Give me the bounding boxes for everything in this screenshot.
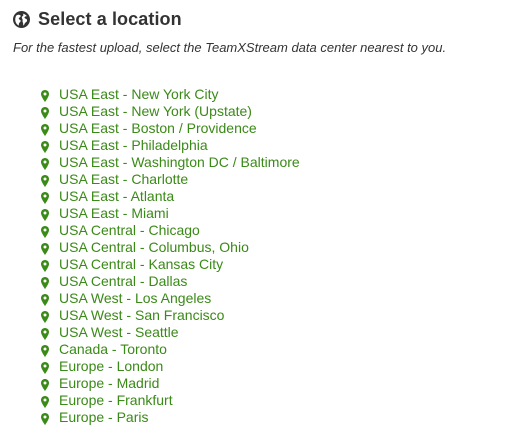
- map-marker-icon: [41, 123, 49, 136]
- location-link[interactable]: Canada - Toronto: [41, 341, 300, 358]
- location-label[interactable]: Europe - Madrid: [59, 375, 159, 392]
- location-label[interactable]: USA Central - Chicago: [59, 222, 200, 239]
- page-description: For the fastest upload, select the TeamX…: [13, 40, 447, 55]
- location-label[interactable]: Europe - Frankfurt: [59, 392, 173, 409]
- location-link[interactable]: Europe - Madrid: [41, 375, 300, 392]
- location-label[interactable]: USA East - Philadelphia: [59, 137, 208, 154]
- page-title: Select a location: [38, 8, 182, 29]
- location-link[interactable]: USA West - San Francisco: [41, 307, 300, 324]
- location-label[interactable]: USA East - Boston / Providence: [59, 120, 257, 137]
- location-link[interactable]: USA Central - Kansas City: [41, 256, 300, 273]
- location-link[interactable]: Europe - Paris: [41, 409, 300, 426]
- location-link[interactable]: Europe - London: [41, 358, 300, 375]
- location-label[interactable]: USA East - New York (Upstate): [59, 103, 252, 120]
- location-label[interactable]: USA East - Miami: [59, 205, 169, 222]
- location-link[interactable]: USA East - New York City: [41, 86, 300, 103]
- location-link[interactable]: Europe - Frankfurt: [41, 392, 300, 409]
- map-marker-icon: [41, 191, 49, 204]
- map-marker-icon: [41, 225, 49, 238]
- map-marker-icon: [41, 412, 49, 425]
- location-label[interactable]: Canada - Toronto: [59, 341, 167, 358]
- map-marker-icon: [41, 157, 49, 170]
- location-label[interactable]: USA East - Atlanta: [59, 188, 174, 205]
- location-link[interactable]: USA East - Atlanta: [41, 188, 300, 205]
- location-link[interactable]: USA Central - Columbus, Ohio: [41, 239, 300, 256]
- location-list: USA East - New York City USA East - New Y…: [41, 86, 300, 426]
- map-marker-icon: [41, 276, 49, 289]
- map-marker-icon: [41, 106, 49, 119]
- map-marker-icon: [41, 361, 49, 374]
- location-link[interactable]: USA Central - Dallas: [41, 273, 300, 290]
- location-link[interactable]: USA West - Los Angeles: [41, 290, 300, 307]
- map-marker-icon: [41, 310, 49, 323]
- location-label[interactable]: USA East - Washington DC / Baltimore: [59, 154, 300, 171]
- map-marker-icon: [41, 208, 49, 221]
- map-marker-icon: [41, 174, 49, 187]
- location-label[interactable]: Europe - Paris: [59, 409, 148, 426]
- map-marker-icon: [41, 395, 49, 408]
- location-label[interactable]: USA East - New York City: [59, 86, 219, 103]
- location-link[interactable]: USA East - Charlotte: [41, 171, 300, 188]
- map-marker-icon: [41, 259, 49, 272]
- location-link[interactable]: USA East - Miami: [41, 205, 300, 222]
- location-label[interactable]: USA Central - Kansas City: [59, 256, 223, 273]
- page-header: Select a location: [13, 7, 182, 31]
- map-marker-icon: [41, 89, 49, 102]
- location-label[interactable]: USA West - Los Angeles: [59, 290, 211, 307]
- map-marker-icon: [41, 242, 49, 255]
- location-link[interactable]: USA East - Washington DC / Baltimore: [41, 154, 300, 171]
- location-label[interactable]: USA West - San Francisco: [59, 307, 224, 324]
- map-marker-icon: [41, 327, 49, 340]
- location-link[interactable]: USA East - Philadelphia: [41, 137, 300, 154]
- map-marker-icon: [41, 293, 49, 306]
- location-link[interactable]: USA East - New York (Upstate): [41, 103, 300, 120]
- location-link[interactable]: USA Central - Chicago: [41, 222, 300, 239]
- map-marker-icon: [41, 378, 49, 391]
- location-label[interactable]: USA Central - Columbus, Ohio: [59, 239, 249, 256]
- globe-icon: [13, 10, 30, 28]
- location-label[interactable]: USA Central - Dallas: [59, 273, 187, 290]
- map-marker-icon: [41, 344, 49, 357]
- location-link[interactable]: USA East - Boston / Providence: [41, 120, 300, 137]
- location-label[interactable]: Europe - London: [59, 358, 163, 375]
- location-label[interactable]: USA West - Seattle: [59, 324, 179, 341]
- map-marker-icon: [41, 140, 49, 153]
- location-label[interactable]: USA East - Charlotte: [59, 171, 188, 188]
- location-link[interactable]: USA West - Seattle: [41, 324, 300, 341]
